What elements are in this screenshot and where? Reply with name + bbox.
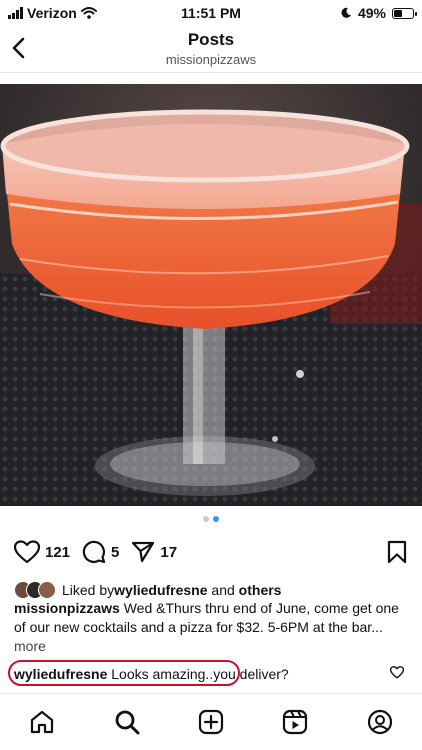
battery-level [394, 9, 402, 17]
tab-create[interactable] [195, 706, 227, 738]
tab-reels[interactable] [279, 706, 311, 738]
liked-by-others[interactable]: others [239, 582, 282, 598]
liked-by-and: and [207, 582, 239, 598]
comment-heart-icon[interactable] [390, 666, 404, 679]
liked-by-prefix: Liked by [62, 582, 115, 598]
paper-plane-icon[interactable] [131, 540, 155, 564]
carousel-dot [213, 516, 219, 522]
action-bar: 121 5 17 [14, 538, 408, 566]
heart-icon[interactable] [14, 540, 40, 564]
post-photo[interactable] [0, 84, 422, 506]
tab-profile[interactable] [364, 706, 396, 738]
bookmark-icon[interactable] [386, 540, 408, 564]
home-icon[interactable] [29, 709, 55, 735]
liked-by-row[interactable]: Liked by wyliedufresne and others [14, 581, 408, 599]
liked-by-user[interactable]: wyliedufresne [114, 582, 207, 598]
reels-icon[interactable] [282, 709, 308, 735]
post-caption: missionpizzaws Wed &Thurs thru end of Ju… [14, 599, 408, 656]
search-icon[interactable] [114, 709, 140, 735]
profile-icon[interactable] [367, 709, 393, 735]
post-header: Posts missionpizzaws [0, 26, 422, 73]
comment-action[interactable]: 5 [82, 540, 119, 564]
comment-count: 5 [111, 543, 120, 561]
like-count: 121 [45, 543, 71, 561]
bottom-nav [0, 693, 422, 750]
comment-preview[interactable]: wyliedufresne Looks amazing..you deliver… [8, 660, 408, 686]
speech-bubble-icon[interactable] [82, 540, 106, 564]
more-link[interactable]: more [14, 638, 46, 654]
battery-info: 49% [340, 5, 417, 21]
comment-username[interactable]: wyliedufresne [14, 666, 107, 682]
battery-icon [392, 7, 417, 19]
comment-text: Looks amazing..you deliver? [107, 666, 289, 682]
avatar [38, 581, 56, 599]
account-username[interactable]: missionpizzaws [0, 52, 422, 67]
battery-percent: 49% [357, 5, 386, 21]
like-action[interactable]: 121 [14, 540, 70, 564]
create-icon[interactable] [198, 709, 224, 735]
status-bar: Verizon 11:51 PM 49% [0, 0, 422, 26]
share-action[interactable]: 17 [131, 540, 177, 564]
liker-avatars [14, 581, 56, 599]
tab-search[interactable] [111, 706, 143, 738]
tab-home[interactable] [26, 706, 58, 738]
caption-username[interactable]: missionpizzaws [14, 600, 120, 616]
page-title: Posts [187, 30, 235, 49]
carousel-indicator [0, 516, 422, 522]
moon-icon [341, 7, 351, 18]
carousel-dot [203, 516, 209, 522]
cocktail-image [0, 84, 422, 506]
share-count: 17 [160, 543, 178, 561]
